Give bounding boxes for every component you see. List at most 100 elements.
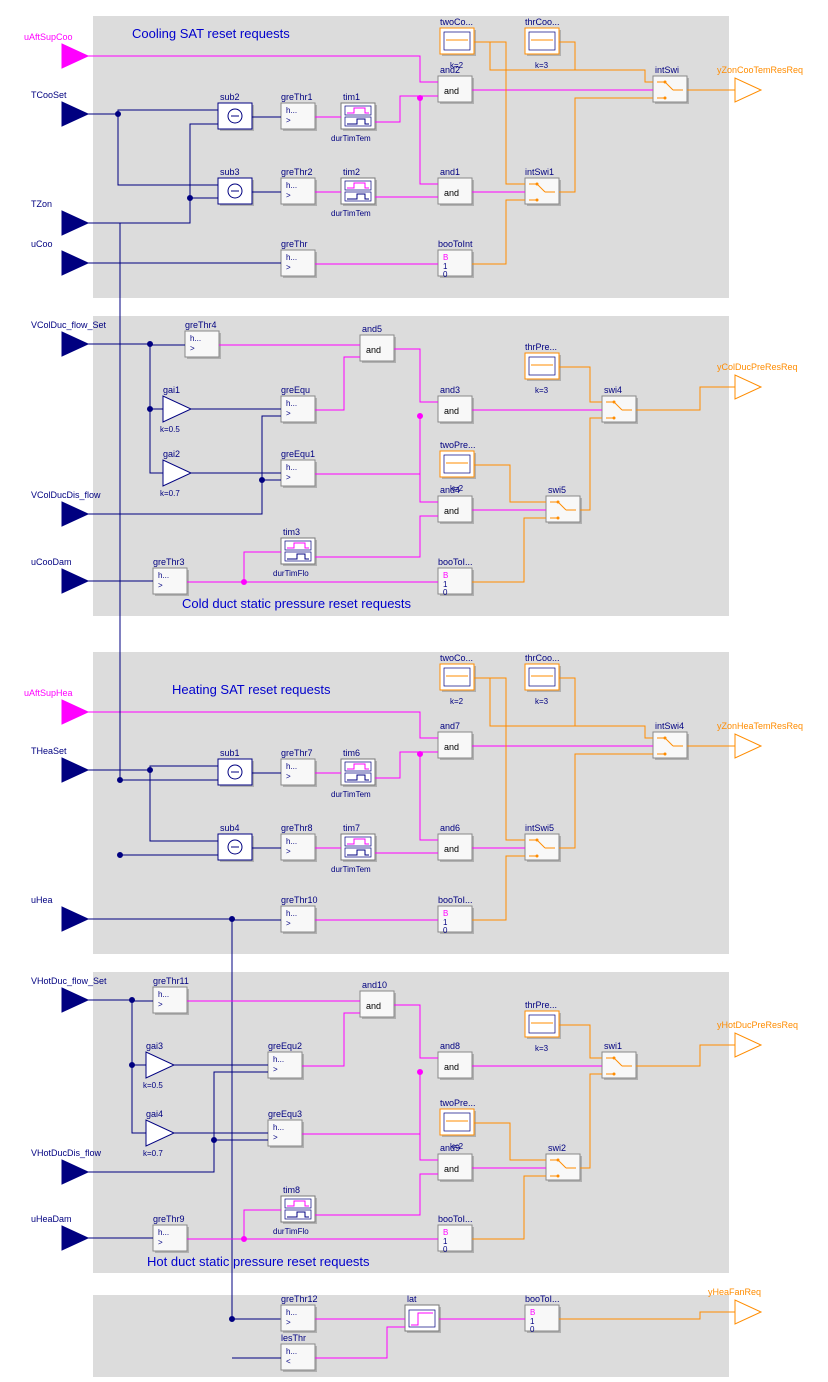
svg-text:h...: h... — [273, 1123, 284, 1132]
block-thrCoo[interactable] — [525, 28, 561, 56]
port-VColDucDis_flow[interactable] — [62, 502, 88, 526]
block-swi5[interactable] — [546, 496, 582, 524]
block-swi1[interactable] — [602, 1052, 638, 1080]
svg-text:h...: h... — [286, 106, 297, 115]
svg-text:yHeaFanReq: yHeaFanReq — [708, 1287, 761, 1297]
svg-text:yHotDucPreResReq: yHotDucPreResReq — [717, 1020, 798, 1030]
block-swi2[interactable] — [546, 1154, 582, 1182]
port-TCooSet[interactable] — [62, 102, 88, 126]
svg-text:>: > — [286, 409, 291, 418]
svg-text:intSwi5: intSwi5 — [525, 823, 554, 833]
port-yHeaFanReq[interactable] — [735, 1300, 761, 1324]
block-tim1[interactable] — [341, 103, 377, 131]
svg-text:greThr4: greThr4 — [185, 320, 217, 330]
k-thrCoo: k=3 — [535, 61, 549, 70]
block-twoCo[interactable] — [440, 28, 476, 56]
svg-text:sub4: sub4 — [220, 823, 240, 833]
svg-text:h...: h... — [286, 399, 297, 408]
svg-text:B: B — [530, 1308, 535, 1317]
label-tim2: tim2 — [343, 167, 360, 177]
label-thrCoo: thrCoo... — [525, 17, 560, 27]
svg-text:and10: and10 — [362, 980, 387, 990]
svg-text:greThr10: greThr10 — [281, 895, 318, 905]
svg-text:and: and — [444, 742, 459, 752]
label-uCoo: uCoo — [31, 239, 53, 249]
svg-text:k=3: k=3 — [535, 697, 549, 706]
label-durTimTem1: durTimTem — [331, 134, 371, 143]
svg-text:twoCo...: twoCo... — [440, 653, 473, 663]
svg-text:and: and — [444, 188, 459, 198]
svg-text:>: > — [158, 581, 163, 590]
label-greThr2: greThr2 — [281, 167, 313, 177]
svg-text:uHeaDam: uHeaDam — [31, 1214, 72, 1224]
svg-text:uAftSupHea: uAftSupHea — [24, 688, 73, 698]
port-uAftSupHea[interactable] — [62, 700, 88, 724]
block-twoPre-hot[interactable] — [440, 1109, 476, 1137]
svg-text:uHea: uHea — [31, 895, 53, 905]
block-sub2[interactable] — [218, 103, 254, 131]
svg-text:h...: h... — [286, 762, 297, 771]
port-uHeaDam[interactable] — [62, 1226, 88, 1250]
block-intSwi4[interactable] — [653, 732, 689, 760]
svg-text:greEqu2: greEqu2 — [268, 1041, 302, 1051]
svg-text:and: and — [444, 86, 459, 96]
block-twoCo-h[interactable] — [440, 664, 476, 692]
svg-text:>: > — [273, 1065, 278, 1074]
block-tim8[interactable] — [281, 1196, 317, 1224]
svg-text:0: 0 — [530, 1325, 535, 1334]
port-VHotDuc_flow_Set[interactable] — [62, 988, 88, 1012]
svg-text:0: 0 — [443, 588, 448, 597]
block-sub3[interactable] — [218, 178, 254, 206]
svg-text:gai3: gai3 — [146, 1041, 163, 1051]
label-greThr1: greThr1 — [281, 92, 313, 102]
svg-text:swi2: swi2 — [548, 1143, 566, 1153]
block-twoPre-cold[interactable] — [440, 451, 476, 479]
svg-text:>: > — [158, 1000, 163, 1009]
block-tim6[interactable] — [341, 759, 377, 787]
port-uCooDam[interactable] — [62, 569, 88, 593]
block-intSwi[interactable] — [653, 76, 689, 104]
svg-text:tim8: tim8 — [283, 1185, 300, 1195]
svg-text:greThr3: greThr3 — [153, 557, 185, 567]
port-TZon[interactable] — [62, 211, 88, 235]
section-heating-sat — [93, 652, 729, 954]
svg-text:k=3: k=3 — [535, 1044, 549, 1053]
label-twoCo: twoCo... — [440, 17, 473, 27]
block-tim7[interactable] — [341, 834, 377, 862]
block-intSwi1[interactable] — [525, 178, 561, 206]
port-VHotDucDis_flow[interactable] — [62, 1160, 88, 1184]
block-thrCoo-h[interactable] — [525, 664, 561, 692]
port-VColDuc_flow_Set[interactable] — [62, 332, 88, 356]
svg-text:durTimTem: durTimTem — [331, 865, 371, 874]
block-tim3[interactable] — [281, 538, 317, 566]
svg-text:gai4: gai4 — [146, 1109, 163, 1119]
port-yZonCooTemResReq[interactable] — [735, 78, 761, 102]
block-sub4[interactable] — [218, 834, 254, 862]
block-thrPre-cold[interactable] — [525, 353, 561, 381]
port-yZonHeaTemResReq[interactable] — [735, 734, 761, 758]
port-uHea[interactable] — [62, 907, 88, 931]
label-tim1: tim1 — [343, 92, 360, 102]
port-yColDucPreResReq[interactable] — [735, 375, 761, 399]
block-lat[interactable] — [405, 1305, 441, 1333]
port-uAftSupCoo[interactable] — [62, 44, 88, 68]
block-intSwi5[interactable] — [525, 834, 561, 862]
port-uCoo[interactable] — [62, 251, 88, 275]
label-uCooDam: uCooDam — [31, 557, 72, 567]
svg-text:>: > — [190, 344, 195, 353]
block-sub1[interactable] — [218, 759, 254, 787]
svg-text:and5: and5 — [362, 324, 382, 334]
svg-text:h...: h... — [286, 253, 297, 262]
block-thrPre-hot[interactable] — [525, 1011, 561, 1039]
svg-text:>: > — [286, 191, 291, 200]
label-durTimTem2: durTimTem — [331, 209, 371, 218]
svg-text:thrPre...: thrPre... — [525, 1000, 557, 1010]
block-tim2[interactable] — [341, 178, 377, 206]
svg-text:booToI...: booToI... — [438, 557, 473, 567]
port-yHotDucPreResReq[interactable] — [735, 1033, 761, 1057]
port-THeaSet[interactable] — [62, 758, 88, 782]
label-intSwi: intSwi — [655, 65, 679, 75]
title-cooling-sat: Cooling SAT reset requests — [132, 26, 290, 41]
svg-text:h...: h... — [286, 181, 297, 190]
block-swi4[interactable] — [602, 396, 638, 424]
